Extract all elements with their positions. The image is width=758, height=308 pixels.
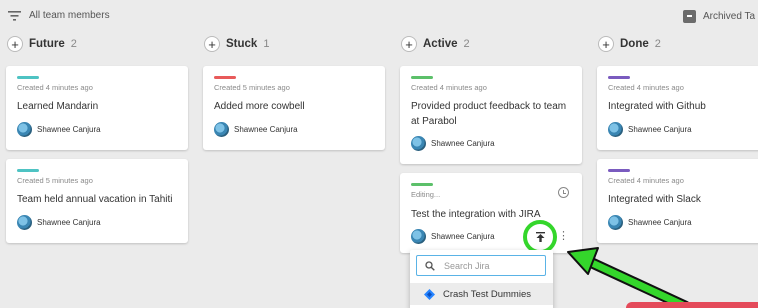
column-title: Active bbox=[423, 38, 458, 50]
plus-icon: + bbox=[11, 36, 19, 52]
task-card[interactable]: Created 5 minutes ago Added more cowbell… bbox=[203, 66, 385, 150]
task-title: Learned Mandarin bbox=[17, 101, 99, 112]
task-card[interactable]: Created 4 minutes ago Learned Mandarin S… bbox=[6, 66, 188, 150]
task-card[interactable]: Created 4 minutes ago Integrated with Sl… bbox=[597, 159, 758, 243]
jira-project-menu: Crash Test Dummies bbox=[410, 250, 553, 308]
filter-icon bbox=[8, 10, 21, 21]
column-count: 1 bbox=[263, 38, 270, 50]
archived-tasks-button[interactable]: Archived Ta bbox=[683, 10, 755, 23]
task-title: Provided product feedback to team at Par… bbox=[411, 101, 567, 127]
archive-icon bbox=[683, 10, 696, 23]
task-card[interactable]: Created 4 minutes ago Provided product f… bbox=[400, 66, 582, 164]
status-color-bar bbox=[411, 183, 433, 186]
task-title: Integrated with Slack bbox=[608, 194, 701, 205]
status-color-bar bbox=[608, 76, 630, 79]
assignee-name: Shawnee Canjura bbox=[37, 125, 101, 134]
avatar bbox=[411, 136, 426, 151]
created-time: Created 5 minutes ago bbox=[214, 83, 290, 92]
plus-icon: + bbox=[405, 36, 413, 52]
search-icon bbox=[425, 260, 435, 271]
avatar bbox=[17, 215, 32, 230]
status-color-bar bbox=[411, 76, 433, 79]
status-color-bar bbox=[608, 169, 630, 172]
plus-icon: + bbox=[208, 36, 216, 52]
avatar bbox=[214, 122, 229, 137]
task-assignee[interactable]: Shawnee Canjura bbox=[608, 215, 692, 230]
archived-tasks-label: Archived Ta bbox=[703, 11, 756, 22]
search-jira-field[interactable] bbox=[416, 255, 546, 276]
add-task-done-button[interactable]: + bbox=[598, 36, 614, 52]
jira-project-option[interactable]: Crash Test Dummies bbox=[410, 283, 553, 305]
task-assignee[interactable]: Shawnee Canjura bbox=[17, 215, 101, 230]
assignee-name: Shawnee Canjura bbox=[431, 232, 495, 241]
clock-icon[interactable] bbox=[558, 187, 569, 198]
assignee-name: Shawnee Canjura bbox=[37, 218, 101, 227]
avatar bbox=[411, 229, 426, 244]
assignee-name: Shawnee Canjura bbox=[431, 139, 495, 148]
column-count: 2 bbox=[70, 38, 77, 50]
bottom-banner bbox=[626, 302, 758, 308]
column-count: 2 bbox=[654, 38, 661, 50]
column-title: Future bbox=[29, 38, 65, 50]
task-title-editor[interactable]: Test the integration with JIRA bbox=[411, 208, 575, 223]
jira-project-label: Crash Test Dummies bbox=[443, 288, 531, 300]
task-assignee[interactable]: Shawnee Canjura bbox=[411, 136, 495, 151]
task-title: Team held annual vacation in Tahiti bbox=[17, 194, 173, 205]
search-jira-input[interactable] bbox=[444, 260, 534, 271]
column-header-stuck: + Stuck 1 bbox=[204, 36, 269, 52]
column-header-active: + Active 2 bbox=[401, 36, 470, 52]
status-color-bar bbox=[214, 76, 236, 79]
add-task-active-button[interactable]: + bbox=[401, 36, 417, 52]
assignee-name: Shawnee Canjura bbox=[234, 125, 298, 134]
created-time: Created 4 minutes ago bbox=[608, 83, 684, 92]
created-time: Created 4 minutes ago bbox=[411, 83, 487, 92]
task-card[interactable]: Created 5 minutes ago Team held annual v… bbox=[6, 159, 188, 243]
board-toolbar: All team members Archived Ta bbox=[0, 0, 758, 34]
task-card[interactable]: Created 4 minutes ago Integrated with Gi… bbox=[597, 66, 758, 150]
task-title: Added more cowbell bbox=[214, 101, 305, 112]
avatar bbox=[608, 122, 623, 137]
column-header-future: + Future 2 bbox=[7, 36, 77, 52]
add-task-future-button[interactable]: + bbox=[7, 36, 23, 52]
add-task-stuck-button[interactable]: + bbox=[204, 36, 220, 52]
editing-status: Editing... bbox=[411, 190, 441, 199]
avatar bbox=[17, 122, 32, 137]
task-assignee[interactable]: Shawnee Canjura bbox=[608, 122, 692, 137]
status-color-bar bbox=[17, 76, 39, 79]
column-header-done: + Done 2 bbox=[598, 36, 661, 52]
assignee-name: Shawnee Canjura bbox=[628, 218, 692, 227]
avatar bbox=[608, 215, 623, 230]
column-title: Stuck bbox=[226, 38, 258, 50]
jira-icon bbox=[424, 288, 435, 300]
arrow-annotation bbox=[567, 247, 691, 308]
created-time: Created 5 minutes ago bbox=[17, 176, 93, 185]
column-count: 2 bbox=[463, 38, 470, 50]
assignee-name: Shawnee Canjura bbox=[628, 125, 692, 134]
plus-icon: + bbox=[602, 36, 610, 52]
task-title: Integrated with Github bbox=[608, 101, 706, 112]
team-filter-label: All team members bbox=[29, 10, 110, 21]
column-title: Done bbox=[620, 38, 649, 50]
created-time: Created 4 minutes ago bbox=[608, 176, 684, 185]
jira-integration-button[interactable] bbox=[531, 228, 549, 246]
created-time: Created 4 minutes ago bbox=[17, 83, 93, 92]
task-assignee[interactable]: Shawnee Canjura bbox=[411, 229, 495, 244]
status-color-bar bbox=[17, 169, 39, 172]
task-assignee[interactable]: Shawnee Canjura bbox=[214, 122, 298, 137]
task-assignee[interactable]: Shawnee Canjura bbox=[17, 122, 101, 137]
upload-icon bbox=[535, 232, 545, 242]
team-filter[interactable]: All team members bbox=[8, 10, 110, 21]
